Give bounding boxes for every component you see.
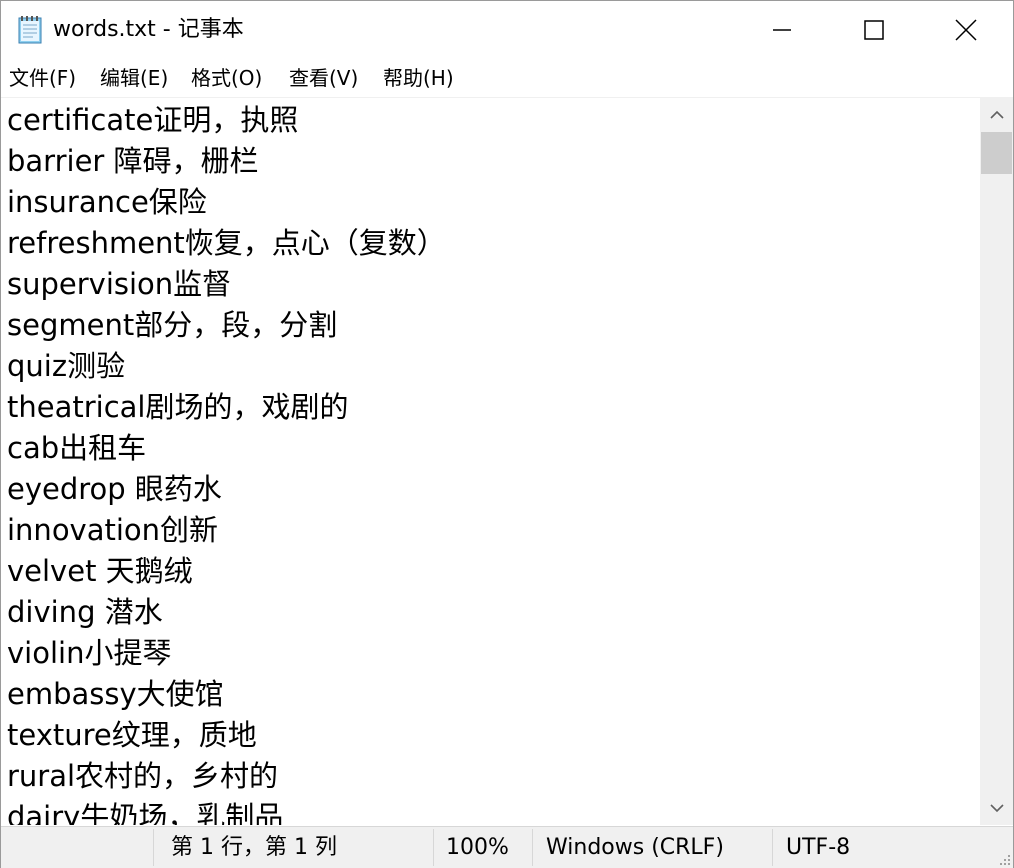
menu-edit[interactable]: 编辑(E): [100, 66, 168, 90]
text-line[interactable]: segment部分，段，分割: [7, 305, 337, 346]
text-line[interactable]: quiz测验: [7, 346, 125, 387]
chevron-down-icon: [989, 804, 1004, 813]
text-line[interactable]: refreshment恢复，点心（复数）: [7, 223, 446, 264]
status-bar: 第 1 行，第 1 列 100% Windows (CRLF) UTF-8: [1, 826, 1013, 868]
close-icon: [955, 19, 977, 41]
minimize-icon: [773, 29, 791, 31]
status-divider: [532, 829, 533, 866]
text-line[interactable]: dairy牛奶场，乳制品: [7, 797, 283, 825]
scroll-down-button[interactable]: [980, 791, 1013, 825]
encoding: UTF-8: [786, 835, 851, 860]
menu-file[interactable]: 文件(F): [9, 66, 76, 90]
maximize-icon: [864, 20, 884, 40]
text-line[interactable]: diving 潜水: [7, 592, 163, 633]
text-line[interactable]: rural农村的，乡村的: [7, 756, 278, 797]
status-divider: [433, 829, 434, 866]
cursor-position: 第 1 行，第 1 列: [171, 835, 337, 860]
notepad-icon[interactable]: [15, 15, 45, 45]
text-line[interactable]: texture纹理，质地: [7, 715, 257, 756]
status-divider: [153, 829, 154, 866]
scroll-up-button[interactable]: [980, 98, 1013, 132]
text-line[interactable]: supervision监督: [7, 264, 231, 305]
window-title: words.txt - 记事本: [53, 17, 244, 42]
text-line[interactable]: embassy大使馆: [7, 674, 224, 715]
line-ending: Windows (CRLF): [546, 835, 724, 860]
text-line[interactable]: eyedrop 眼药水: [7, 469, 222, 510]
scrollbar-thumb[interactable]: [981, 132, 1012, 174]
text-line[interactable]: violin小提琴: [7, 633, 171, 674]
menu-format[interactable]: 格式(O): [191, 66, 262, 90]
menu-help[interactable]: 帮助(H): [383, 66, 454, 90]
resize-grip-icon[interactable]: [997, 852, 1011, 866]
text-line[interactable]: velvet 天鹅绒: [7, 551, 193, 592]
notepad-window: words.txt - 记事本 文件(F) 编辑(E) 格式(O) 查看(V) …: [0, 0, 1014, 868]
zoom-level: 100%: [446, 835, 509, 860]
text-line[interactable]: barrier 障碍，栅栏: [7, 141, 259, 182]
chevron-up-icon: [989, 110, 1004, 119]
text-line[interactable]: theatrical剧场的，戏剧的: [7, 387, 349, 428]
text-editor[interactable]: certificate证明，执照 barrier 障碍，栅栏 insurance…: [1, 98, 979, 825]
text-line[interactable]: innovation创新: [7, 510, 218, 551]
menu-bar: 文件(F) 编辑(E) 格式(O) 查看(V) 帮助(H): [1, 59, 1013, 98]
title-bar[interactable]: words.txt - 记事本: [1, 1, 1013, 59]
text-line[interactable]: cab出租车: [7, 428, 146, 469]
vertical-scrollbar[interactable]: [980, 98, 1013, 825]
text-line[interactable]: insurance保险: [7, 182, 207, 223]
status-divider: [772, 829, 773, 866]
maximize-button[interactable]: [828, 1, 920, 59]
menu-view[interactable]: 查看(V): [289, 66, 358, 90]
text-line[interactable]: certificate证明，执照: [7, 100, 298, 141]
close-button[interactable]: [920, 1, 1012, 59]
minimize-button[interactable]: [736, 1, 828, 59]
